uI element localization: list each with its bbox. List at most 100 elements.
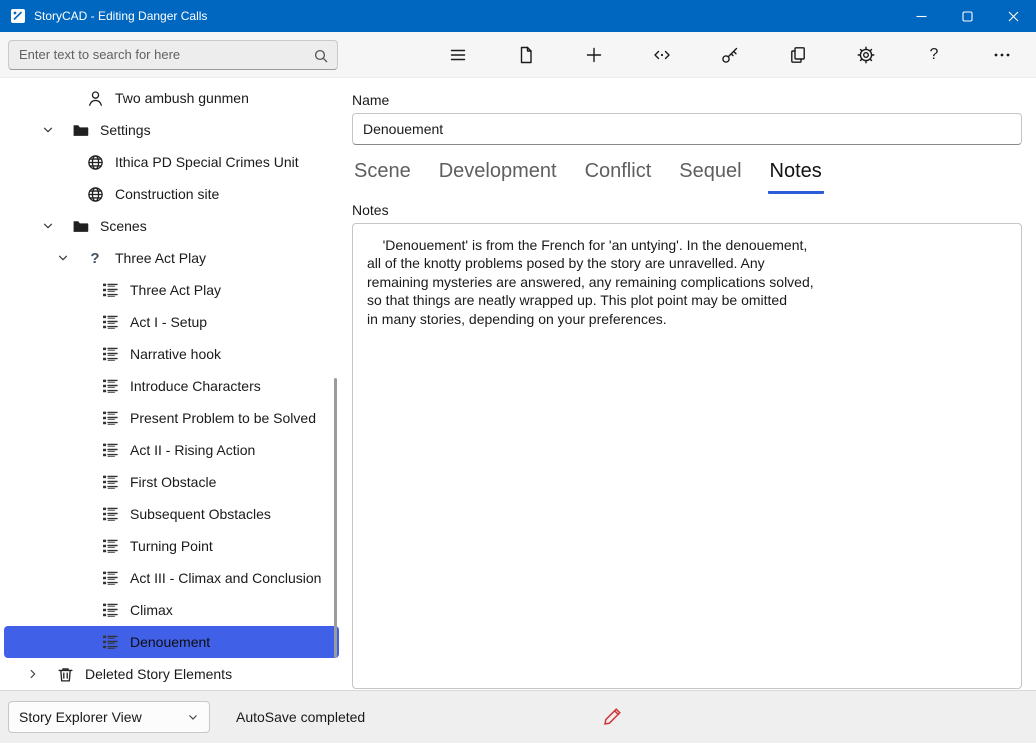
statusbar: Story Explorer View AutoSave completed	[0, 690, 1036, 743]
tree-item-label: Narrative hook	[130, 346, 221, 362]
tree-item-label: Act III - Climax and Conclusion	[130, 570, 321, 586]
tree-item-label: Three Act Play	[115, 250, 206, 266]
tree-item-label: Turning Point	[130, 538, 213, 554]
scene-icon	[100, 634, 120, 650]
trash-icon	[55, 666, 75, 683]
tree-item-label: Deleted Story Elements	[85, 666, 232, 682]
scene-icon	[100, 506, 120, 522]
gear-icon[interactable]	[846, 37, 886, 73]
scene-icon	[100, 570, 120, 586]
tree-item[interactable]: Deleted Story Elements	[4, 658, 339, 690]
app-icon	[10, 8, 26, 24]
editor-tabs: Scene Development Conflict Sequel Notes	[352, 158, 1022, 194]
tree-item-label: Act I - Setup	[130, 314, 207, 330]
tree-item-label: Subsequent Obstacles	[130, 506, 271, 522]
titlebar: StoryCAD - Editing Danger Calls	[0, 0, 1036, 32]
globe-icon	[85, 154, 105, 171]
tree-item[interactable]: ? Three Act Play	[4, 242, 339, 274]
tab-sequel[interactable]: Sequel	[677, 158, 743, 194]
tab-notes[interactable]: Notes	[768, 158, 824, 194]
minimize-button[interactable]	[898, 0, 944, 32]
more-icon[interactable]	[982, 37, 1022, 73]
tree-item-label: Present Problem to be Solved	[130, 410, 316, 426]
view-selector-label: Story Explorer View	[19, 709, 142, 725]
tree-item-label: Three Act Play	[130, 282, 221, 298]
view-selector-dropdown[interactable]: Story Explorer View	[8, 701, 210, 733]
scene-icon	[100, 314, 120, 330]
scene-icon	[100, 346, 120, 362]
app-window: StoryCAD - Editing Danger Calls ? Two am…	[0, 0, 1036, 743]
tree-item[interactable]: Ithica PD Special Crimes Unit	[4, 146, 339, 178]
chevron-right-icon[interactable]	[25, 668, 55, 680]
toolbar: ?	[0, 32, 1036, 78]
tree-item[interactable]: First Obstacle	[4, 466, 339, 498]
tree-item[interactable]: Scenes	[4, 210, 339, 242]
editor-pane: Name Scene Development Conflict Sequel Notes…	[343, 78, 1036, 690]
chevron-down-icon[interactable]	[40, 124, 70, 136]
globe-icon	[85, 186, 105, 203]
help-icon[interactable]: ?	[914, 37, 954, 73]
search-box[interactable]	[8, 40, 338, 70]
tree-item[interactable]: Act II - Rising Action	[4, 434, 339, 466]
scene-icon	[100, 442, 120, 458]
scene-icon	[100, 602, 120, 618]
tree-item-label: Ithica PD Special Crimes Unit	[115, 154, 299, 170]
tree-item[interactable]: Climax	[4, 594, 339, 626]
search-input[interactable]	[9, 41, 337, 69]
copy-icon[interactable]	[778, 37, 818, 73]
tree-item-label: Climax	[130, 602, 173, 618]
tree-item[interactable]: Settings	[4, 114, 339, 146]
tree-item-label: Two ambush gunmen	[115, 90, 249, 106]
scene-icon	[100, 538, 120, 554]
tree-item-label: Construction site	[115, 186, 219, 202]
tree-item[interactable]: Act III - Climax and Conclusion	[4, 562, 339, 594]
tree-item[interactable]: Narrative hook	[4, 338, 339, 370]
chevron-down-icon[interactable]	[40, 220, 70, 232]
scene-icon	[100, 474, 120, 490]
tab-scene[interactable]: Scene	[352, 158, 413, 194]
tree-item-label: Settings	[100, 122, 151, 138]
tree-item[interactable]: Subsequent Obstacles	[4, 498, 339, 530]
tree-item-label: Scenes	[100, 218, 147, 234]
search-icon[interactable]	[313, 48, 329, 69]
name-input[interactable]	[352, 113, 1022, 145]
tree-item[interactable]: Turning Point	[4, 530, 339, 562]
add-icon[interactable]	[574, 37, 614, 73]
tree-item[interactable]: Present Problem to be Solved	[4, 402, 339, 434]
scene-icon	[100, 282, 120, 298]
tree-item-label: First Obstacle	[130, 474, 216, 490]
tree-item-label: Introduce Characters	[130, 378, 261, 394]
chevron-down-icon	[187, 711, 199, 723]
scene-icon	[100, 410, 120, 426]
tab-conflict[interactable]: Conflict	[583, 158, 654, 194]
maximize-button[interactable]	[944, 0, 990, 32]
sidebar-scrollbar[interactable]	[334, 378, 337, 658]
edit-pencil-icon[interactable]	[602, 705, 624, 730]
close-button[interactable]	[990, 0, 1036, 32]
tree-item[interactable]: Denouement	[4, 626, 339, 658]
person-icon	[85, 90, 105, 107]
tree-item-label: Denouement	[130, 634, 210, 650]
tree-item[interactable]: Act I - Setup	[4, 306, 339, 338]
tab-development[interactable]: Development	[437, 158, 559, 194]
move-icon[interactable]	[642, 37, 682, 73]
key-icon[interactable]	[710, 37, 750, 73]
tree-item-label: Act II - Rising Action	[130, 442, 255, 458]
notes-editor[interactable]: 'Denouement' is from the French for 'an …	[352, 223, 1022, 689]
name-label: Name	[352, 92, 1022, 108]
tree-item[interactable]: Construction site	[4, 178, 339, 210]
story-tree: Two ambush gunmen Settings Ithica PD Speci…	[0, 78, 343, 690]
autosave-status: AutoSave completed	[236, 709, 365, 725]
notes-label: Notes	[352, 202, 1022, 218]
scene-icon	[100, 378, 120, 394]
folder-icon	[70, 218, 90, 235]
tree-item[interactable]: Three Act Play	[4, 274, 339, 306]
folder-icon	[70, 122, 90, 139]
chevron-down-icon[interactable]	[55, 252, 85, 264]
tree-item[interactable]: Introduce Characters	[4, 370, 339, 402]
window-title: StoryCAD - Editing Danger Calls	[34, 9, 207, 23]
question-icon: ?	[85, 250, 105, 267]
document-icon[interactable]	[506, 37, 546, 73]
menu-icon[interactable]	[438, 37, 478, 73]
tree-item[interactable]: Two ambush gunmen	[4, 82, 339, 114]
